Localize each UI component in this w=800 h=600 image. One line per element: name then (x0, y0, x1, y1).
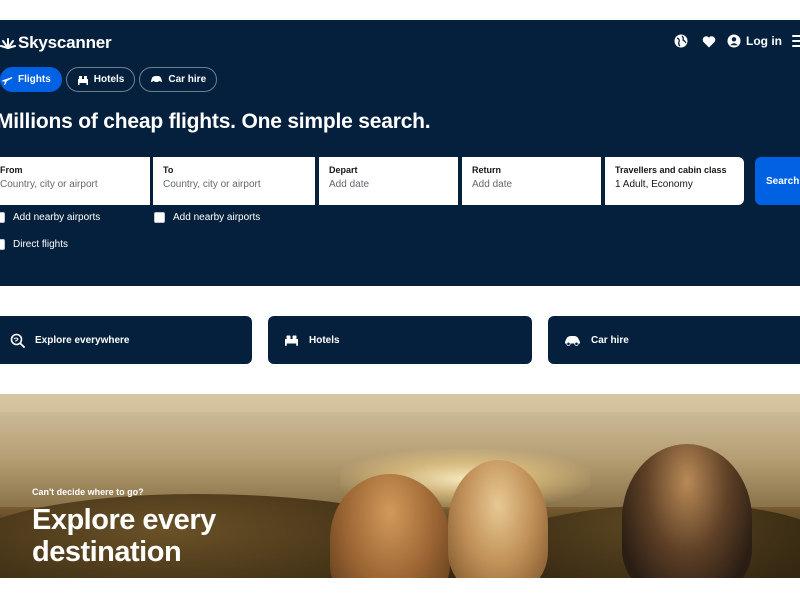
car-hire-label: Car hire (591, 334, 629, 346)
hotels-card[interactable]: Hotels (268, 316, 532, 364)
menu-icon[interactable] (792, 35, 800, 47)
tab-car-hire[interactable]: Car hire (139, 67, 218, 92)
product-tabs: Flights Hotels Car hire (0, 67, 221, 92)
depart-date-field[interactable]: Depart Add date (319, 157, 458, 205)
car-hire-card[interactable]: Car hire (548, 316, 800, 364)
promo-eyebrow: Can't decide where to go? (32, 487, 144, 497)
return-date-field[interactable]: Return Add date (462, 157, 601, 205)
explore-everywhere-card[interactable]: Explore everywhere (0, 316, 252, 364)
plane-icon (2, 76, 13, 85)
tab-hotels-label: Hotels (93, 74, 125, 85)
heart-icon[interactable] (700, 32, 718, 50)
car-icon (564, 335, 581, 346)
hero-search-panel: Skyscanner Log in Flights Hotels Car hir… (0, 20, 800, 286)
tab-hotels[interactable]: Hotels (65, 67, 136, 92)
sunburst-logo-icon (0, 38, 16, 49)
tab-flights-label: Flights (18, 74, 51, 85)
depart-placeholder: Add date (329, 179, 370, 190)
search-button-label: Search (766, 175, 800, 187)
to-label: To (163, 165, 174, 175)
brand-name: Skyscanner (18, 33, 112, 52)
travellers-label: Travellers and cabin class (615, 165, 727, 175)
page-headline: Millions of cheap flights. One simple se… (0, 110, 431, 133)
header-actions: Log in (662, 30, 800, 52)
direct-flights-checkbox[interactable]: Direct flights (0, 239, 68, 250)
bed-icon (77, 75, 88, 85)
hotels-label: Hotels (309, 334, 340, 346)
depart-label: Depart (329, 165, 358, 175)
login-label: Log in (746, 34, 782, 48)
tab-flights[interactable]: Flights (0, 67, 62, 92)
from-field[interactable]: From Country, city or airport (0, 157, 150, 205)
login-button[interactable]: Log in (727, 34, 782, 48)
car-icon (151, 76, 163, 84)
checkbox-box[interactable] (0, 212, 5, 223)
person-silhouette (448, 460, 548, 578)
travellers-value: 1 Adult, Economy (615, 179, 693, 190)
from-label: From (0, 165, 23, 175)
skyscanner-logo[interactable]: Skyscanner (0, 32, 112, 54)
to-placeholder: Country, city or airport (163, 179, 261, 190)
search-button[interactable]: Search (755, 157, 800, 205)
bed-icon (284, 334, 299, 346)
nearby-airports-from-checkbox[interactable]: Add nearby airports (0, 212, 100, 223)
nearby-airports-from-label: Add nearby airports (13, 212, 101, 223)
checkbox-box[interactable] (0, 239, 5, 250)
return-label: Return (472, 165, 501, 175)
nearby-airports-to-label: Add nearby airports (173, 212, 261, 223)
explore-everywhere-label: Explore everywhere (35, 334, 130, 346)
checkbox-box[interactable] (154, 212, 165, 223)
explore-icon (10, 333, 25, 348)
return-placeholder: Add date (472, 179, 513, 190)
globe-icon[interactable] (672, 32, 690, 50)
direct-flights-label: Direct flights (13, 239, 69, 250)
to-field[interactable]: To Country, city or airport (153, 157, 315, 205)
explore-promo-banner[interactable]: Can't decide where to go? Explore every … (0, 394, 800, 578)
from-placeholder: Country, city or airport (0, 179, 98, 190)
user-icon (727, 34, 741, 48)
nearby-airports-to-checkbox[interactable]: Add nearby airports (154, 212, 260, 223)
travellers-field[interactable]: Travellers and cabin class 1 Adult, Econ… (605, 157, 744, 205)
tab-car-hire-label: Car hire (168, 74, 207, 85)
promo-title[interactable]: Explore every destination (32, 504, 292, 568)
